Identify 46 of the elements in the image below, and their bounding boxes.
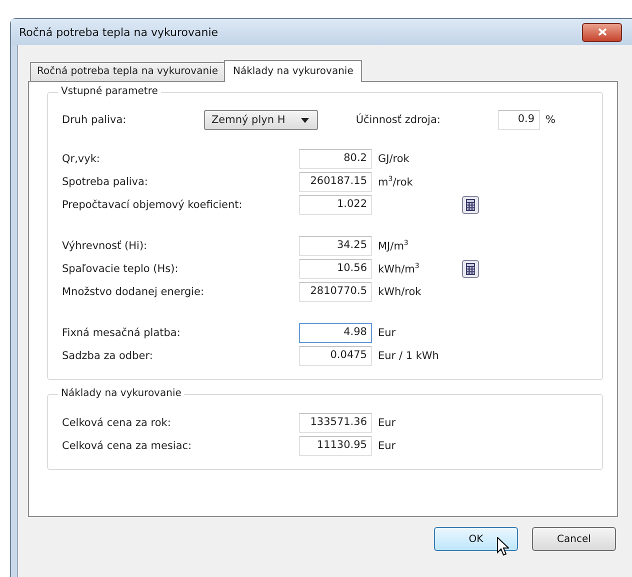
field-label: Výhrevnosť (Hi): [62,240,148,252]
unit-label: Eur [378,326,397,338]
unit-label: Eur / 1 kWh [378,350,440,362]
mouse-pointer-icon[interactable] [497,537,509,556]
input-field[interactable]: 0.0475 [299,346,372,366]
field-label: Množstvo dodanej energie: [62,286,206,298]
input-field[interactable]: 80.2 [299,148,372,168]
input-field[interactable]: 4.98 [299,322,372,342]
close-icon[interactable] [598,28,606,36]
unit-label: GJ/rok [378,152,410,164]
field-label: Účinnosť zdroja: [356,114,442,126]
unit-label: Eur [378,440,397,452]
unit-label: Eur [378,416,397,428]
input-field[interactable]: 10.56 [299,258,372,278]
field-label: Prepočtavací objemový koeficient: [62,198,244,210]
input-field[interactable]: 1.022 [299,194,372,214]
field-label: Spotreba paliva: [62,176,149,188]
input-field[interactable]: 2810770.5 [299,282,372,302]
field-label: Celková cena za rok: [62,416,172,428]
unit-label: % [546,114,557,126]
tab[interactable]: Náklady na vykurovanie [224,60,362,82]
field-label: Sadzba za odber: [62,350,154,362]
close-button[interactable] [582,22,622,42]
unit-label: kWh/rok [378,286,422,298]
unit-label: MJ/m$^{3}$ [378,238,410,252]
group-title: Náklady na vykurovanie [58,388,184,399]
field-label: Celková cena za mesiac: [62,440,193,452]
field-label: Druh paliva: [62,114,128,126]
tab[interactable]: Ročná potreba tepla na vykurovanie [30,62,225,81]
field-label: Fixná mesačná platba: [62,326,182,338]
input-field[interactable]: 133571.36 [299,412,372,432]
window-title: Ročná potreba tepla na vykurovanie [19,26,218,38]
field-label: Qr,vyk: [62,152,101,164]
input-field[interactable]: 34.25 [299,236,372,256]
dropdown-arrow-icon[interactable] [300,118,309,122]
input-field[interactable]: 11130.95 [299,436,372,456]
field-label: Spaľovacie teplo (Hs): [62,262,180,274]
cancel-button[interactable]: Cancel [532,527,616,551]
calculator-icon[interactable] [462,260,479,278]
input-field[interactable]: 260187.15 [299,172,372,192]
calculator-icon[interactable] [462,196,479,214]
unit-label: kWh/m$^{3}$ [378,262,420,276]
efficiency-field[interactable]: 0.9 [498,110,540,130]
group-title: Vstupné parametre [58,86,161,97]
unit-label: m$^{3}$/rok [378,174,414,188]
fuel-dropdown[interactable]: Zemný plyn H [204,110,318,130]
